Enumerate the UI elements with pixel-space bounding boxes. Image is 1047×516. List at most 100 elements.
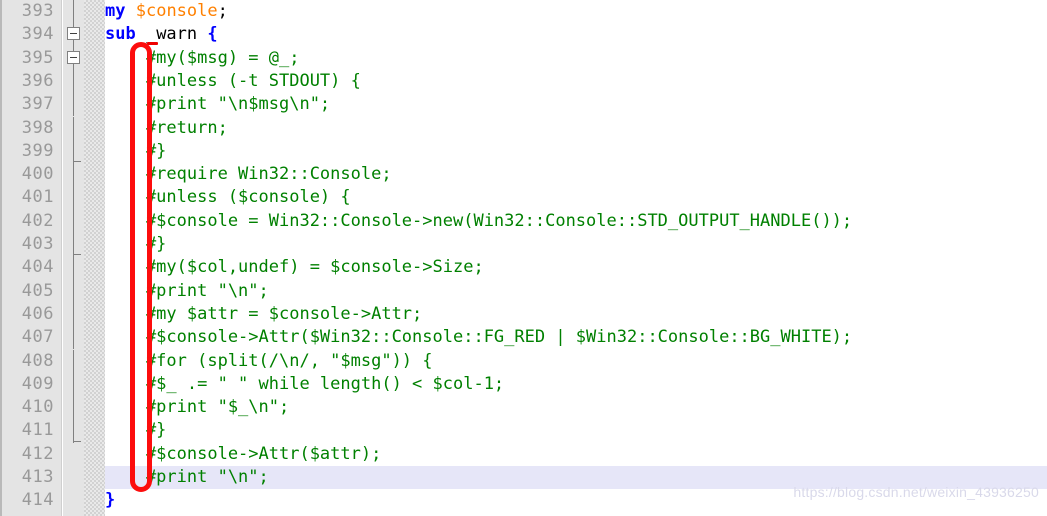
line-number: 413 bbox=[21, 467, 54, 487]
code-line-406[interactable]: 406 #my $attr = $console->Attr; bbox=[0, 303, 1047, 326]
fold-end-tick bbox=[73, 440, 81, 442]
code-line-398[interactable]: 398 #return; bbox=[0, 117, 1047, 140]
code-line-397[interactable]: 397 #print "\n$msg\n"; bbox=[0, 93, 1047, 116]
fold-guide-line bbox=[73, 116, 74, 140]
line-content[interactable]: #my($msg) = @_; bbox=[105, 47, 300, 70]
fold-guide-line bbox=[73, 93, 74, 117]
fold-guide-line bbox=[73, 349, 74, 373]
line-number: 401 bbox=[21, 187, 54, 208]
code-line-405[interactable]: 405 #print "\n"; bbox=[0, 280, 1047, 303]
code-line-410[interactable]: 410 #print "$_\n"; bbox=[0, 396, 1047, 419]
line-content[interactable]: #require Win32::Console; bbox=[105, 163, 392, 186]
token-comment: #} bbox=[105, 420, 167, 441]
token-comment: #$_ .= " " while length() < $col-1; bbox=[105, 373, 505, 394]
code-line-404[interactable]: 404 #my($col,undef) = $console->Size; bbox=[0, 256, 1047, 279]
line-content[interactable]: } bbox=[105, 489, 115, 512]
token-plain: ; bbox=[217, 1, 228, 21]
watermark-text: https://blog.csdn.net/weixin_43936250 bbox=[793, 484, 1039, 500]
token-comment: #unless ($console) { bbox=[105, 187, 351, 208]
line-number: 407 bbox=[21, 327, 54, 348]
code-line-415[interactable]: 415 bbox=[0, 513, 1047, 516]
line-content[interactable]: #my($col,undef) = $console->Size; bbox=[105, 256, 484, 279]
token-comment: #my $attr = $console->Attr; bbox=[105, 303, 423, 324]
line-number: 397 bbox=[21, 94, 54, 115]
line-content[interactable]: #unless (-t STDOUT) { bbox=[105, 70, 361, 93]
line-content[interactable]: #print "\n"; bbox=[105, 466, 269, 489]
token-kw: sub bbox=[105, 24, 136, 45]
token-comment: #require Win32::Console; bbox=[105, 164, 392, 185]
line-content[interactable]: #return; bbox=[105, 117, 228, 140]
code-line-399[interactable]: 399 #} bbox=[0, 140, 1047, 163]
line-number: 395 bbox=[21, 47, 54, 68]
code-line-408[interactable]: 408 #for (split(/\n/, "$msg")) { bbox=[0, 350, 1047, 373]
code-line-393[interactable]: 393 my $console; bbox=[0, 0, 1047, 23]
line-number: 399 bbox=[21, 140, 54, 161]
line-number: 405 bbox=[21, 280, 54, 301]
fold-collapse-box[interactable] bbox=[67, 50, 80, 64]
fold-guide-line bbox=[73, 69, 74, 94]
line-number: 409 bbox=[21, 373, 54, 394]
code-line-401[interactable]: 401 #unless ($console) { bbox=[0, 186, 1047, 209]
line-content[interactable]: #$console = Win32::Console->new(Win32::C… bbox=[105, 210, 852, 233]
line-content[interactable]: #print "$_\n"; bbox=[105, 396, 289, 419]
token-comment: #} bbox=[105, 234, 167, 254]
token-comment: #print "\n"; bbox=[105, 280, 269, 301]
fold-collapse-box[interactable] bbox=[67, 27, 80, 41]
fold-guide-line bbox=[73, 139, 74, 164]
token-comment: #for (split(/\n/, "$msg")) { bbox=[105, 350, 433, 371]
spellcheck-underline bbox=[147, 41, 158, 45]
token-comment: #my($msg) = @_; bbox=[105, 47, 300, 68]
line-content[interactable]: #$console->Attr($attr); bbox=[105, 443, 381, 466]
line-number: 402 bbox=[21, 210, 54, 231]
token-comment: #print "\n"; bbox=[105, 467, 269, 487]
fold-guide-line bbox=[73, 163, 74, 187]
fold-guide-line bbox=[73, 396, 74, 420]
code-line-407[interactable]: 407 #$console->Attr($Win32::Console::FG_… bbox=[0, 326, 1047, 349]
line-content[interactable]: sub _warn { bbox=[105, 23, 218, 46]
code-line-403[interactable]: 403 #} bbox=[0, 233, 1047, 256]
code-line-396[interactable]: 396 #unless (-t STDOUT) { bbox=[0, 70, 1047, 93]
line-number: 400 bbox=[21, 164, 54, 185]
code-line-395[interactable]: 395 #my($msg) = @_; bbox=[0, 47, 1047, 70]
line-content[interactable]: #$_ .= " " while length() < $col-1; bbox=[105, 373, 504, 396]
line-content[interactable]: #} bbox=[105, 233, 166, 256]
code-line-394[interactable]: 394 sub _warn { bbox=[0, 23, 1047, 46]
code-line-409[interactable]: 409 #$_ .= " " while length() < $col-1; bbox=[0, 373, 1047, 396]
fold-end-tick bbox=[73, 254, 81, 256]
line-content[interactable]: #print "\n"; bbox=[105, 280, 269, 303]
line-content[interactable]: #for (split(/\n/, "$msg")) { bbox=[105, 350, 433, 373]
fold-guide-line bbox=[73, 0, 74, 24]
code-line-400[interactable]: 400 #require Win32::Console; bbox=[0, 163, 1047, 186]
token-brace: { bbox=[207, 24, 218, 45]
line-content[interactable]: #} bbox=[105, 140, 166, 163]
line-number: 408 bbox=[21, 350, 54, 371]
fold-guide-line bbox=[73, 209, 74, 233]
line-content[interactable]: my $console; bbox=[105, 0, 228, 23]
line-number: 403 bbox=[21, 234, 54, 254]
code-editor[interactable]: 393 my $console; 394 sub _warn {395 #my($ms… bbox=[0, 0, 1047, 516]
token-comment: #return; bbox=[105, 117, 228, 138]
line-number: 415 bbox=[0, 513, 54, 516]
fold-guide-line bbox=[73, 279, 74, 303]
fold-guide-line bbox=[73, 256, 74, 280]
fold-guide-line bbox=[73, 372, 74, 397]
line-content[interactable]: #} bbox=[105, 419, 166, 442]
token-comment: #print "$_\n"; bbox=[105, 397, 290, 418]
line-number: 414 bbox=[21, 490, 54, 511]
token-brace: } bbox=[105, 490, 116, 511]
line-content[interactable]: #unless ($console) { bbox=[105, 186, 351, 209]
token-comment: #my($col,undef) = $console->Size; bbox=[105, 257, 484, 278]
fold-end-tick bbox=[73, 161, 81, 163]
code-line-402[interactable]: 402 #$console = Win32::Console->new(Win3… bbox=[0, 210, 1047, 233]
line-number: 412 bbox=[21, 443, 54, 464]
fold-guide-line bbox=[73, 326, 74, 350]
code-line-412[interactable]: 412 #$console->Attr($attr); bbox=[0, 443, 1047, 466]
code-line-411[interactable]: 411 #} bbox=[0, 419, 1047, 442]
fold-guide-line bbox=[73, 302, 74, 327]
line-number: 404 bbox=[21, 257, 54, 278]
line-content[interactable]: #$console->Attr($Win32::Console::FG_RED … bbox=[105, 326, 852, 349]
line-content[interactable]: #my $attr = $console->Attr; bbox=[105, 303, 422, 326]
line-content[interactable]: #print "\n$msg\n"; bbox=[105, 93, 330, 116]
token-comment: #} bbox=[105, 140, 167, 161]
